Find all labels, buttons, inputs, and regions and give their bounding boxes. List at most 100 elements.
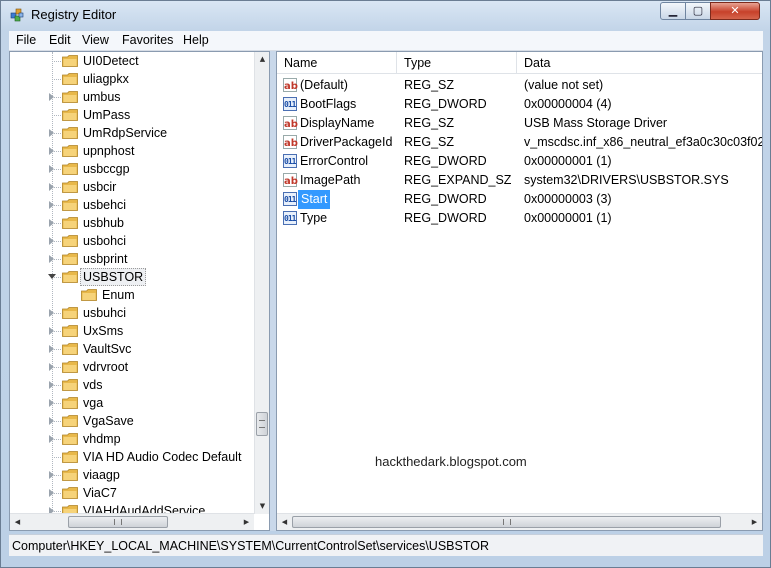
tree-vertical-scrollbar[interactable]: ▲ ▼ [254, 52, 269, 514]
tree-item-usbcir[interactable]: usbcir [10, 178, 256, 196]
folder-icon [62, 91, 78, 103]
close-button[interactable]: ✕ [710, 2, 760, 20]
tree-item-umpass[interactable]: UmPass [10, 106, 256, 124]
menu-edit[interactable]: Edit [49, 33, 71, 47]
value-row-bootflags[interactable]: 011 BootFlags REG_DWORD 0x00000004 (4) [277, 95, 762, 114]
tree-item-enum[interactable]: Enum [10, 286, 256, 304]
value-row-default[interactable]: ab (Default) REG_SZ (value not set) [277, 76, 762, 95]
folder-icon [62, 163, 78, 175]
expand-arrow-icon[interactable] [49, 93, 54, 101]
folder-icon [62, 469, 78, 481]
scroll-right-arrow-icon[interactable]: ▶ [239, 514, 254, 530]
value-name: ImagePath [300, 173, 361, 187]
expand-arrow-icon[interactable] [49, 435, 54, 443]
maximize-button[interactable]: ▢ [685, 2, 711, 20]
tree-item-vgasave[interactable]: VgaSave [10, 412, 256, 430]
list-horizontal-scroll-thumb[interactable] [292, 516, 721, 528]
scroll-down-arrow-icon[interactable]: ▼ [255, 499, 269, 514]
value-type: REG_SZ [404, 116, 455, 130]
value-name: Type [300, 211, 328, 225]
expand-arrow-icon[interactable] [49, 327, 54, 335]
expand-arrow-icon[interactable] [49, 399, 54, 407]
expand-arrow-icon[interactable] [49, 309, 54, 317]
tree-horizontal-scroll-thumb[interactable] [68, 516, 168, 528]
expand-arrow-icon[interactable] [49, 237, 54, 245]
value-data: (value not set) [524, 78, 604, 92]
tree-item-ui0detect[interactable]: UI0Detect [10, 52, 256, 70]
string-value-icon: ab [283, 116, 298, 130]
expand-arrow-icon[interactable] [49, 417, 54, 425]
expand-arrow-icon[interactable] [49, 345, 54, 353]
tree-item-usbohci[interactable]: usbohci [10, 232, 256, 250]
tree-item-uliagpkx[interactable]: uliagpkx [10, 70, 256, 88]
tree-item-usbhub[interactable]: usbhub [10, 214, 256, 232]
tree-horizontal-scrollbar[interactable]: ◀ ▶ [10, 513, 254, 530]
expand-arrow-icon[interactable] [49, 147, 54, 155]
tree-item-upnphost[interactable]: upnphost [10, 142, 256, 160]
tree-item-usbstor[interactable]: USBSTOR [10, 268, 256, 286]
value-row-start[interactable]: 011 Start REG_DWORD 0x00000003 (3) [277, 190, 762, 209]
tree-item-umbus[interactable]: umbus [10, 88, 256, 106]
expand-arrow-icon[interactable] [49, 381, 54, 389]
title-bar[interactable]: Registry Editor ▁ ▢ ✕ [1, 1, 770, 29]
tree-item-vga[interactable]: vga [10, 394, 256, 412]
scroll-left-arrow-icon[interactable]: ◀ [277, 514, 292, 530]
key-tree[interactable]: UI0Detect uliagpkx umbus UmPass UmRdpService… [9, 51, 270, 531]
tree-item-usbprint[interactable]: usbprint [10, 250, 256, 268]
value-row-displayname[interactable]: ab DisplayName REG_SZ USB Mass Storage Driv… [277, 114, 762, 133]
expand-arrow-icon[interactable] [49, 363, 54, 371]
menu-favorites[interactable]: Favorites [122, 33, 173, 47]
expand-arrow-icon[interactable] [49, 219, 54, 227]
values-list[interactable]: Name Type Data ab (Default) REG_SZ (value n… [276, 51, 763, 531]
watermark-text: hackthedark.blogspot.com [375, 454, 527, 469]
tree-item-vdrvroot[interactable]: vdrvroot [10, 358, 256, 376]
tree-item-viac7[interactable]: ViaC7 [10, 484, 256, 502]
column-header-data[interactable]: Data [517, 52, 762, 74]
column-header-name[interactable]: Name [277, 52, 397, 74]
column-header-type[interactable]: Type [397, 52, 517, 74]
expand-arrow-icon[interactable] [49, 255, 54, 263]
tree-item-label: usbccgp [83, 162, 130, 176]
tree-item-viaagp[interactable]: viaagp [10, 466, 256, 484]
tree-item-vhdmp[interactable]: vhdmp [10, 430, 256, 448]
value-type: REG_SZ [404, 78, 455, 92]
expand-arrow-icon[interactable] [49, 183, 54, 191]
tree-item-usbccgp[interactable]: usbccgp [10, 160, 256, 178]
scroll-grip-icon [114, 519, 122, 525]
tree-item-via-hd-audio-codec-default[interactable]: VIA HD Audio Codec Default [10, 448, 256, 466]
tree-vertical-scroll-thumb[interactable] [256, 412, 268, 436]
expand-arrow-icon[interactable] [49, 129, 54, 137]
scroll-right-arrow-icon[interactable]: ▶ [747, 514, 762, 530]
menu-help[interactable]: Help [183, 33, 209, 47]
tree-item-usbuhci[interactable]: usbuhci [10, 304, 256, 322]
tree-item-uxsms[interactable]: UxSms [10, 322, 256, 340]
tree-item-vaultsvc[interactable]: VaultSvc [10, 340, 256, 358]
expand-arrow-icon[interactable] [49, 201, 54, 209]
expand-arrow-icon[interactable] [49, 489, 54, 497]
tree-item-vds[interactable]: vds [10, 376, 256, 394]
minimize-button[interactable]: ▁ [660, 2, 686, 20]
value-row-driverpackageid[interactable]: ab DriverPackageId REG_SZ v_mscdsc.inf_x86_… [277, 133, 762, 152]
value-row-imagepath[interactable]: ab ImagePath REG_EXPAND_SZ system32\DRIVERS… [277, 171, 762, 190]
scroll-up-arrow-icon[interactable]: ▲ [255, 52, 269, 67]
tree-item-label: usbehci [83, 198, 127, 212]
menu-view[interactable]: View [82, 33, 109, 47]
tree-item-umrdpservice[interactable]: UmRdpService [10, 124, 256, 142]
collapse-arrow-icon[interactable] [48, 274, 56, 279]
tree-item-label: UI0Detect [83, 54, 139, 68]
value-row-errorcontrol[interactable]: 011 ErrorControl REG_DWORD 0x00000001 (1) [277, 152, 762, 171]
expand-arrow-icon[interactable] [49, 165, 54, 173]
expand-arrow-icon[interactable] [49, 471, 54, 479]
string-glyph: ab [284, 176, 298, 187]
menu-file[interactable]: File [16, 33, 36, 47]
scroll-left-arrow-icon[interactable]: ◀ [10, 514, 25, 530]
string-glyph: ab [284, 119, 298, 130]
value-row-type[interactable]: 011 Type REG_DWORD 0x00000001 (1) [277, 209, 762, 228]
folder-icon [62, 343, 78, 355]
registry-editor-icon [10, 8, 24, 22]
tree-item-usbehci[interactable]: usbehci [10, 196, 256, 214]
tree-item-label: usbhub [83, 216, 125, 230]
tree-item-label: usbuhci [83, 306, 127, 320]
value-name: DisplayName [300, 116, 375, 130]
list-horizontal-scrollbar[interactable]: ◀ ▶ [277, 513, 762, 530]
